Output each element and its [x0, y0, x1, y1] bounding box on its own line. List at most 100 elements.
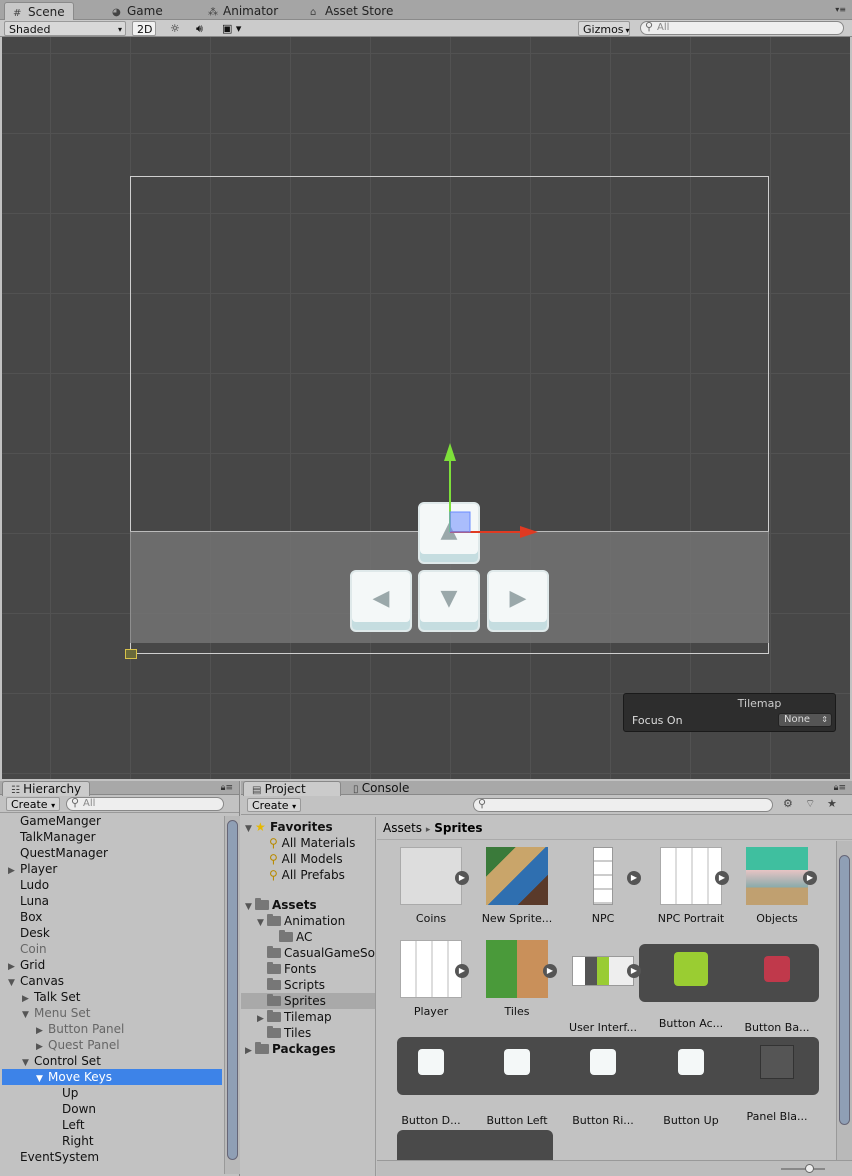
shading-mode-dropdown[interactable]: Shaded ▾ — [4, 21, 126, 36]
hierarchy-item[interactable]: ▶ Grid — [2, 957, 222, 973]
asset-item[interactable]: User Interf... — [559, 940, 647, 1035]
expand-arrow-icon[interactable]: ▶ — [245, 1043, 255, 1059]
lighting-toggle-icon[interactable]: ☼ — [166, 21, 184, 36]
folder-tree-item[interactable]: ▶ Tilemap — [241, 1009, 375, 1025]
gizmos-dropdown[interactable]: Gizmos ▾ — [578, 21, 630, 36]
asset-item[interactable]: Objects — [733, 847, 821, 926]
asset-item[interactable]: Button Ac... — [647, 940, 735, 1031]
breadcrumb-sprites[interactable]: Sprites — [434, 821, 482, 835]
asset-item[interactable]: Button Up — [647, 1033, 735, 1128]
asset-item[interactable]: Button Ba... — [733, 940, 821, 1035]
tab-project[interactable]: ▤ Project — [243, 781, 341, 796]
filter-type-icon[interactable]: ⚙ — [783, 797, 793, 810]
expand-sprite-icon[interactable]: ▶ — [543, 964, 557, 978]
hierarchy-item[interactable]: Desk — [2, 925, 222, 941]
asset-item[interactable]: Button D... — [387, 1033, 475, 1128]
asset-item[interactable]: Button Left — [473, 1033, 561, 1128]
hierarchy-item[interactable]: Down — [2, 1101, 222, 1117]
filter-label-icon[interactable]: ⌔ — [805, 797, 815, 811]
tab-game[interactable]: ◕ Game — [104, 2, 171, 20]
y-axis-handle[interactable] — [444, 443, 456, 461]
hierarchy-item[interactable]: Luna — [2, 893, 222, 909]
right-key-sprite[interactable]: ▶ — [487, 570, 549, 632]
folder-tree-item[interactable]: ▶ Packages — [241, 1041, 375, 1059]
expand-sprite-icon[interactable]: ▶ — [627, 964, 641, 978]
favorite-item[interactable]: ⚲ All Models — [269, 851, 343, 867]
asset-item[interactable]: NPC Portrait — [647, 847, 735, 926]
tab-animator[interactable]: ⁂ Animator — [200, 2, 286, 20]
tab-asset-store[interactable]: ⌂ Asset Store — [302, 2, 401, 20]
audio-toggle-icon[interactable]: 🔊︎ — [192, 21, 207, 36]
scene-viewport[interactable]: ▲ ◀ ▼ ▶ — [2, 37, 850, 779]
hierarchy-create-button[interactable]: Create ▾ — [6, 797, 61, 811]
expand-sprite-icon[interactable]: ▶ — [455, 871, 469, 885]
hierarchy-item[interactable]: EventSystem — [2, 1149, 222, 1165]
asset-item[interactable]: Panel Bla... — [733, 1033, 821, 1124]
folder-tree-item[interactable]: Tiles — [241, 1025, 375, 1041]
xy-plane-handle[interactable] — [449, 511, 471, 533]
hierarchy-item[interactable]: ▶ Talk Set — [2, 989, 222, 1005]
hierarchy-item[interactable]: TalkManager — [2, 829, 222, 845]
folder-tree-item[interactable]: AC — [241, 929, 375, 945]
tab-console[interactable]: ▯ Console — [345, 781, 417, 796]
hierarchy-scrollbar[interactable] — [224, 816, 240, 1174]
scene-search-input[interactable]: All — [640, 21, 844, 35]
hierarchy-scroll-thumb[interactable] — [227, 820, 238, 1160]
tab-menu-icon[interactable]: ▾≡ — [835, 5, 846, 14]
favorites-header[interactable]: ▼ ★ Favorites — [245, 819, 333, 835]
hierarchy-item[interactable]: ▼ Menu Set — [2, 1005, 222, 1021]
tab-scene[interactable]: # Scene — [4, 2, 74, 20]
project-scroll-thumb[interactable] — [839, 855, 850, 1125]
panel-lock-icon[interactable]: 🔒︎≡ — [834, 783, 846, 793]
expand-sprite-icon[interactable]: ▶ — [715, 871, 729, 885]
asset-item[interactable]: Player — [387, 940, 475, 1019]
hierarchy-item[interactable]: ▶ Button Panel — [2, 1021, 222, 1037]
favorite-item[interactable]: ⚲ All Materials — [269, 835, 355, 851]
hierarchy-item[interactable]: ▶ Player — [2, 861, 222, 877]
down-key-sprite[interactable]: ▼ — [418, 570, 480, 632]
thumbnail-size-slider[interactable] — [781, 1168, 825, 1170]
toggle-2d-button[interactable]: 2D — [132, 21, 156, 36]
hierarchy-item[interactable]: Ludo — [2, 877, 222, 893]
expand-sprite-icon[interactable]: ▶ — [803, 871, 817, 885]
hierarchy-item[interactable]: Right — [2, 1133, 222, 1149]
asset-item[interactable]: Tiles — [473, 940, 561, 1019]
folder-tree-item[interactable]: ▼ Assets — [241, 897, 375, 913]
asset-item[interactable]: Button Ri... — [559, 1033, 647, 1128]
hierarchy-search-input[interactable]: All — [66, 797, 224, 811]
project-search-input[interactable] — [473, 798, 773, 812]
breadcrumb-assets[interactable]: Assets — [383, 821, 422, 835]
hierarchy-item[interactable]: Coin — [2, 941, 222, 957]
hierarchy-item[interactable]: ▼ Canvas — [2, 973, 222, 989]
effects-toggle-icon[interactable]: ▣ ▾ — [218, 21, 245, 36]
folder-tree-item[interactable]: ▼ Animation — [241, 913, 375, 929]
thumbnail-size-slider-handle[interactable] — [805, 1164, 814, 1173]
project-create-button[interactable]: Create ▾ — [247, 798, 302, 812]
expand-sprite-icon[interactable]: ▶ — [627, 871, 641, 885]
panel-lock-icon[interactable]: 🔒︎≡ — [221, 783, 233, 793]
hierarchy-item[interactable]: QuestManager — [2, 845, 222, 861]
focus-on-dropdown[interactable]: None ⇕ — [778, 713, 832, 727]
move-gizmo[interactable] — [432, 437, 552, 547]
hierarchy-item[interactable]: GameManger — [2, 813, 222, 829]
folder-tree-item[interactable]: Sprites — [241, 993, 375, 1009]
hierarchy-item[interactable]: ▼ Control Set — [2, 1053, 222, 1069]
x-axis-handle[interactable] — [520, 526, 538, 538]
folder-tree-item[interactable]: CasualGameSo — [241, 945, 375, 961]
hierarchy-item[interactable]: Left — [2, 1117, 222, 1133]
hierarchy-item[interactable]: Box — [2, 909, 222, 925]
folder-tree-item[interactable]: Scripts — [241, 977, 375, 993]
project-scrollbar[interactable] — [836, 841, 852, 1161]
expand-sprite-icon[interactable]: ▶ — [455, 964, 469, 978]
favorite-item[interactable]: ⚲ All Prefabs — [269, 867, 345, 883]
asset-item[interactable]: NPC — [559, 847, 647, 926]
hierarchy-item[interactable]: Up — [2, 1085, 222, 1101]
asset-item[interactable]: New Sprite... — [473, 847, 561, 926]
left-key-sprite[interactable]: ◀ — [350, 570, 412, 632]
hierarchy-item[interactable]: ▼ Move Keys — [2, 1069, 222, 1085]
asset-item[interactable]: Coins — [387, 847, 475, 926]
favorite-star-icon[interactable]: ★ — [827, 797, 837, 810]
hierarchy-item[interactable]: ▶ Quest Panel — [2, 1037, 222, 1053]
tab-hierarchy[interactable]: ☷ Hierarchy — [2, 781, 91, 796]
folder-tree-item[interactable]: Fonts — [241, 961, 375, 977]
